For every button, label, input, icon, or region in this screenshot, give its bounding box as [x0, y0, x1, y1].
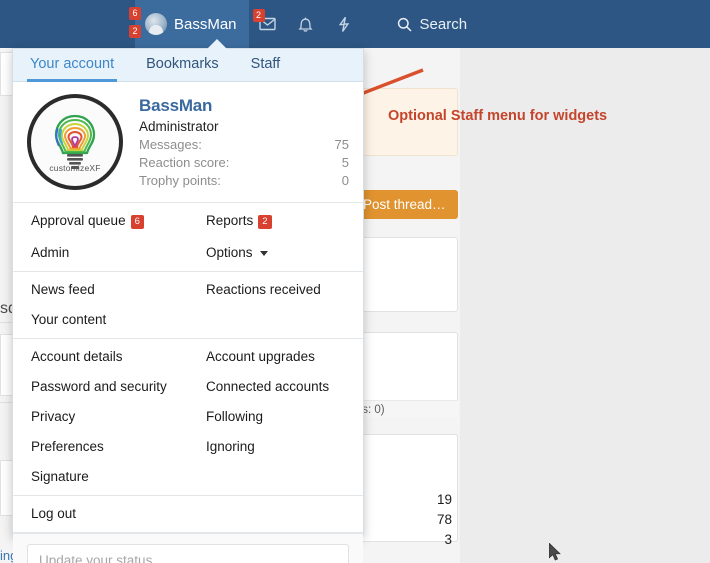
menu-column-left: Account details Password and security Pr…: [13, 342, 188, 492]
menu-item-signature[interactable]: Signature: [13, 462, 188, 492]
app-root: Your c sda ou 21 is 10 ing, testing, tes…: [0, 0, 710, 563]
avatar-badge-alerts: 6: [129, 7, 141, 20]
menu-group-session: Log out: [13, 496, 363, 533]
menu-item-your-content[interactable]: Your content: [13, 305, 188, 335]
alerts-button[interactable]: [287, 0, 325, 48]
menu-item-following[interactable]: Following: [188, 402, 363, 432]
menu-item-account-details[interactable]: Account details: [13, 342, 188, 372]
menu-column-left: Approval queue 6 Admin: [13, 206, 188, 268]
menu-item-preferences[interactable]: Preferences: [13, 432, 188, 462]
menu-item-approval-queue[interactable]: Approval queue 6: [13, 206, 188, 238]
menu-item-account-upgrades[interactable]: Account upgrades: [188, 342, 363, 372]
menu-item-news-feed[interactable]: News feed: [13, 275, 188, 305]
sidebar-widget-1: [357, 237, 458, 312]
account-dropdown-menu: Your account Bookmarks Staff customizeXF…: [12, 48, 364, 563]
quick-actions-button[interactable]: [325, 0, 363, 48]
menu-item-connected-accounts[interactable]: Connected accounts: [188, 372, 363, 402]
menu-column-left: News feed Your content: [13, 275, 188, 335]
profile-summary: customizeXF BassMan Administrator Messag…: [13, 82, 363, 203]
profile-stat-messages: Messages: 75: [139, 137, 349, 152]
menu-item-admin[interactable]: Admin: [13, 238, 188, 268]
reports-badge: 2: [258, 215, 272, 229]
menu-group-content: News feed Your content Reactions receive…: [13, 272, 363, 339]
inbox-badge: 2: [252, 9, 265, 22]
top-navigation-bar: 6 2 BassMan 2 Search: [0, 0, 710, 48]
menu-item-privacy[interactable]: Privacy: [13, 402, 188, 432]
profile-username[interactable]: BassMan: [139, 96, 349, 116]
stat-label: Messages:: [139, 137, 202, 152]
inbox-button[interactable]: 2: [249, 0, 287, 48]
search-button[interactable]: Search: [387, 0, 478, 48]
menu-column-right: Account upgrades Connected accounts Foll…: [188, 342, 363, 492]
profile-info: BassMan Administrator Messages: 75 React…: [139, 94, 349, 190]
menu-group-account: Account details Password and security Pr…: [13, 339, 363, 496]
mouse-cursor: [549, 543, 561, 561]
account-name-label: BassMan: [174, 15, 237, 33]
menu-item-options[interactable]: Options: [188, 238, 363, 268]
chevron-down-icon: [259, 250, 268, 256]
menu-group-staff: Approval queue 6 Admin Reports 2 Options: [13, 203, 363, 272]
tab-bookmarks[interactable]: Bookmarks: [143, 56, 222, 82]
sidebar-widget-2-footer: ts: 0): [357, 400, 458, 418]
menu-item-log-out[interactable]: Log out: [13, 499, 188, 529]
avatar-icon: [145, 13, 167, 35]
menu-item-reports[interactable]: Reports 2: [188, 206, 363, 238]
stat-label: Reaction score:: [139, 155, 230, 170]
menu-tab-bar: Your account Bookmarks Staff: [13, 49, 363, 82]
profile-stat-trophy-points: Trophy points: 0: [139, 173, 349, 188]
tab-staff[interactable]: Staff: [248, 56, 284, 82]
search-icon: [397, 17, 412, 32]
avatar-logo-label: customizeXF: [49, 163, 101, 173]
account-menu-trigger[interactable]: 6 2 BassMan: [129, 0, 249, 48]
menu-column-left: Log out: [13, 499, 188, 529]
stat-value: 0: [341, 173, 349, 188]
menu-item-ignoring[interactable]: Ignoring: [188, 432, 363, 462]
menu-item-reactions-received[interactable]: Reactions received: [188, 275, 363, 305]
search-label: Search: [419, 15, 468, 33]
menu-item-password-and-security[interactable]: Password and security: [13, 372, 188, 402]
status-update-area: [13, 533, 363, 563]
approval-queue-badge: 6: [130, 215, 144, 229]
stat-value: 75: [334, 137, 349, 152]
stat-label: Trophy points:: [139, 173, 221, 188]
menu-column-right: [188, 499, 363, 529]
menu-column-right: Reactions received: [188, 275, 363, 335]
post-thread-button[interactable]: Post thread…: [357, 190, 458, 219]
menu-column-right: Reports 2 Options: [188, 206, 363, 268]
avatar-badge-conversations: 2: [129, 25, 141, 38]
stat-value: 5: [341, 155, 349, 170]
profile-avatar[interactable]: customizeXF: [27, 94, 123, 190]
menu-caret-icon: [207, 39, 227, 49]
stat-value-threads: 19: [436, 492, 452, 507]
profile-role: Administrator: [139, 119, 219, 134]
tab-your-account[interactable]: Your account: [27, 56, 118, 82]
status-input[interactable]: [27, 544, 349, 563]
stat-value-messages: 78: [436, 512, 452, 527]
profile-stat-reaction-score: Reaction score: 5: [139, 155, 349, 170]
